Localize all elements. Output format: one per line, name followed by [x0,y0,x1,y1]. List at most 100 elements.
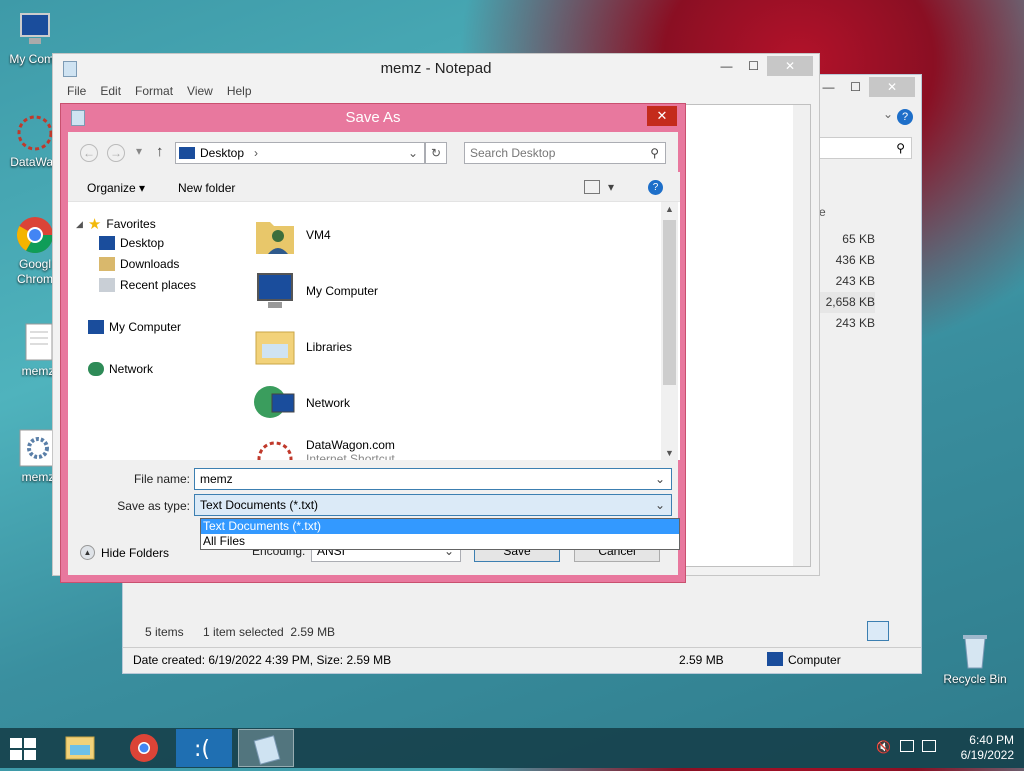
svg-text::(: :( [194,737,210,762]
search-placeholder: Search Desktop [470,146,556,160]
computer-icon [88,320,104,334]
notepad-icon [63,61,77,77]
status-selected: 1 item selected 2.59 MB [203,625,336,639]
item-label: My Computer [306,284,379,298]
hide-folders-label: Hide Folders [101,545,170,560]
chevron-right-icon[interactable]: › [254,143,258,163]
chevron-up-icon: ▲ [80,545,95,560]
scrollbar-thumb[interactable] [663,220,676,385]
list-item[interactable]: DataWagon.com Internet Shortcut [252,436,395,460]
desktop-icon [179,147,195,159]
refresh-button[interactable]: ↻ [425,142,447,164]
dialog-title: Save As [345,109,401,126]
scroll-down-arrow-icon[interactable]: ▼ [665,448,674,458]
folder-icon [65,736,95,760]
file-name-label: File name: [133,472,190,486]
recent-dropdown-icon[interactable]: ▾ [136,144,142,158]
back-arrow-icon[interactable]: ← [80,144,98,162]
tree-my-computer[interactable]: My Computer [88,320,181,334]
notepad-icon [253,735,281,765]
computer-icon [252,268,298,314]
tree-desktop[interactable]: Desktop [99,236,164,250]
editor-scrollbar[interactable] [793,105,810,566]
dropdown-option-text-documents[interactable]: Text Documents (*.txt) [201,519,679,534]
item-label: Libraries [306,340,353,354]
file-name-input[interactable]: memz ⌄ [194,468,672,490]
address-bar[interactable]: Desktop › ⌄ [175,142,425,164]
taskbar-memz[interactable]: :( [176,729,232,767]
details-view-icon[interactable] [867,621,889,641]
size-cell: 243 KB [835,316,875,330]
close-button[interactable]: ✕ [767,56,813,76]
taskbar-notepad[interactable] [238,729,294,767]
large-icons-view-icon[interactable] [891,621,913,641]
desktop-icon [99,236,115,250]
chevron-down-icon[interactable]: ▾ [608,180,614,194]
tree-network[interactable]: Network [88,362,153,376]
tree-label: My Computer [109,320,182,334]
maximize-button[interactable]: ☐ [740,56,767,76]
recycle-bin-icon [955,630,995,670]
volume-muted-icon[interactable]: 🔇 [876,740,891,754]
desktop-icon-recycle-bin[interactable]: Recycle Bin [940,630,1010,686]
view-options-icon[interactable] [584,180,600,194]
menu-format[interactable]: Format [135,84,173,104]
size-cell: 243 KB [835,274,875,288]
network-status-icon[interactable] [900,740,914,752]
close-button[interactable]: ✕ [869,77,915,97]
explorer-search-input[interactable]: ⚲ [818,137,912,159]
maximize-button[interactable]: ☐ [842,77,869,97]
list-item[interactable]: Network [252,380,350,426]
tree-favorites[interactable]: ◢ ★ Favorites [76,215,156,233]
forward-arrow-icon[interactable]: → [107,144,125,162]
help-icon[interactable]: ? [897,109,913,125]
menu-edit[interactable]: Edit [100,84,121,104]
help-icon[interactable]: ? [648,180,663,195]
taskbar-file-explorer[interactable] [52,729,108,767]
menu-help[interactable]: Help [227,84,252,104]
up-arrow-icon[interactable]: ↑ [156,143,164,160]
organize-button[interactable]: Organize ▾ [87,181,145,195]
chevron-down-icon[interactable]: ⌄ [408,143,418,163]
hide-folders-button[interactable]: ▲ Hide Folders [80,545,169,560]
list-item[interactable]: VM4 [252,212,331,258]
menu-view[interactable]: View [187,84,213,104]
start-button[interactable] [10,738,38,760]
save-as-type-select[interactable]: Text Documents (*.txt) ⌄ [194,494,672,516]
desktop-icon-label: Recycle Bin [943,672,1007,686]
star-icon: ★ [87,216,102,233]
desktop-icon-label: Googl Chrom [16,257,53,286]
chrome-icon [15,215,55,255]
size-cell: 65 KB [842,232,875,246]
list-item[interactable]: My Computer [252,268,378,314]
save-as-type-dropdown: Text Documents (*.txt) All Files [200,518,680,550]
address-text: Desktop [200,146,245,160]
minimize-button[interactable]: — [713,56,740,76]
libraries-icon [252,324,298,370]
dropdown-option-all-files[interactable]: All Files [201,534,679,549]
scroll-up-arrow-icon[interactable]: ▲ [665,204,674,214]
expand-arrow-icon[interactable]: ◢ [76,219,83,230]
monitor-icon [15,10,55,50]
chevron-down-icon[interactable]: ⌄ [655,469,665,489]
file-name-value: memz [200,472,233,486]
list-item[interactable]: Libraries [252,324,352,370]
taskbar-chrome[interactable] [116,729,172,767]
item-sublabel: Internet Shortcut [306,452,395,460]
chevron-down-icon[interactable]: ⌄ [883,107,893,121]
menu-file[interactable]: File [67,84,86,104]
tree-label: Desktop [120,236,165,250]
new-folder-button[interactable]: New folder [178,181,235,195]
taskbar: :( 🔇 6:40 PM 6/19/2022 [0,728,1024,768]
chevron-down-icon[interactable]: ⌄ [655,495,665,515]
tree-recent-places[interactable]: Recent places [99,278,196,292]
window-title: memz - Notepad [380,60,492,77]
save-as-dialog[interactable]: Save As ✕ ← → ▾ ↑ Desktop › ⌄ ↻ Search D… [60,103,686,583]
explorer-window-controls: — ☐ ✕ [815,77,915,97]
clock[interactable]: 6:40 PM 6/19/2022 [940,733,1014,763]
action-center-icon[interactable] [922,740,936,752]
tree-downloads[interactable]: Downloads [99,257,179,271]
chrome-icon [130,734,158,762]
search-input[interactable]: Search Desktop ⚲ [464,142,666,164]
close-button[interactable]: ✕ [647,106,677,126]
